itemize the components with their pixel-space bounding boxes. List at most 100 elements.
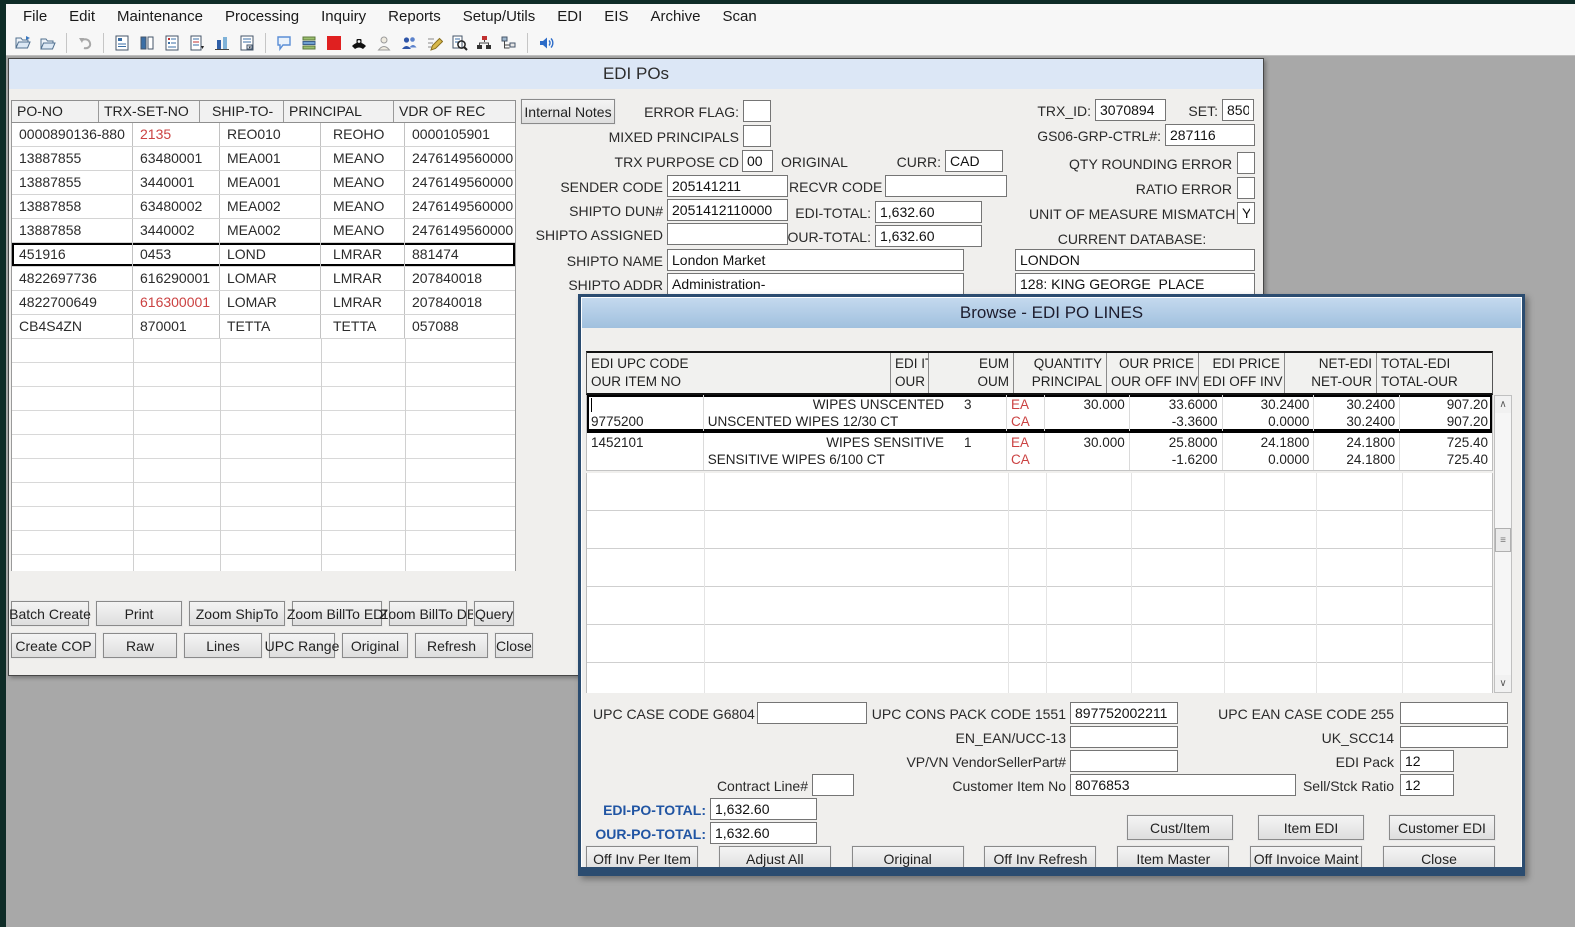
po-button[interactable]: Zoom BillTo DB — [389, 601, 467, 626]
po-button[interactable]: Close — [495, 633, 533, 658]
trx-purpose-cd-field[interactable] — [742, 150, 773, 172]
po-button[interactable]: Print — [96, 601, 182, 626]
open-folder-icon[interactable] — [37, 32, 59, 54]
po-table-row[interactable]: CB4S4ZN 870001 TETTA TETTA 057088 — [12, 315, 515, 339]
form-next-icon[interactable] — [186, 32, 208, 54]
menu-item[interactable]: Edit — [58, 4, 106, 30]
undo-icon[interactable] — [74, 32, 96, 54]
menu-item[interactable]: Scan — [711, 4, 767, 30]
menu-item[interactable]: File — [12, 4, 58, 30]
po-table-row[interactable]: 13887858 3440002 MEA002 MEANO 2476149560… — [12, 219, 515, 243]
open-file-icon[interactable] — [12, 32, 34, 54]
menu-item[interactable]: Maintenance — [106, 4, 214, 30]
po-table-row[interactable]: 0000890136-880 2135 REO010 REOHO 0000105… — [12, 123, 515, 147]
sender-code-field[interactable] — [667, 175, 788, 197]
our-total-field[interactable] — [875, 225, 982, 247]
menu-item[interactable]: Archive — [639, 4, 711, 30]
po-no-cell: 13887858 — [12, 219, 133, 242]
contract-line-field[interactable] — [812, 774, 854, 796]
browse-window-titlebar[interactable]: Browse - EDI PO LINES — [582, 298, 1521, 328]
curr-field[interactable] — [945, 150, 1003, 172]
po-button[interactable]: Raw — [103, 633, 177, 658]
search-document-icon[interactable] — [448, 32, 470, 54]
po-button[interactable]: Lines — [184, 633, 262, 658]
edi-total-field[interactable] — [875, 201, 982, 223]
shipto-name-field[interactable] — [667, 249, 964, 271]
upc-ean-case-code-field[interactable] — [1400, 702, 1508, 724]
lines-table-row[interactable]: 1452101 WIPES SENSITIVE1 SENSITIVE WIPES… — [587, 433, 1492, 471]
vp-vn-part-field[interactable] — [1070, 750, 1178, 772]
po-table-row[interactable]: 451916 0453 LOND LMRAR 881474 — [12, 243, 515, 267]
po-table-row[interactable]: 13887855 3440001 MEA001 MEANO 2476149560… — [12, 171, 515, 195]
po-table-row[interactable]: 4822697736 616290001 LOMAR LMRAR 2078400… — [12, 267, 515, 291]
lines-scrollbar[interactable]: ∧ ≡ ∨ — [1494, 395, 1512, 693]
stacked-list-icon[interactable] — [298, 32, 320, 54]
list-detail-icon[interactable] — [161, 32, 183, 54]
phone-icon[interactable] — [348, 32, 370, 54]
principal-cell: MEANO — [321, 195, 405, 218]
recvr-code-field[interactable] — [885, 175, 1007, 197]
shipto-dun-field[interactable] — [667, 199, 788, 221]
menu-item[interactable]: EDI — [546, 4, 593, 30]
current-database-name-field[interactable] — [1015, 249, 1255, 271]
po-table-row[interactable]: 13887858 63480002 MEA002 MEANO 247614956… — [12, 195, 515, 219]
descr-cell: WIPES SENSITIVE1 SENSITIVE WIPES 6/100 C… — [704, 433, 1007, 470]
lines-table-row[interactable]: 9775200 WIPES UNSCENTED3 UNSCENTED WIPES… — [587, 395, 1492, 433]
users-icon[interactable] — [398, 32, 420, 54]
menu-item[interactable]: Inquiry — [310, 4, 377, 30]
upc-cons-pack-code-field[interactable] — [1070, 702, 1178, 724]
po-button[interactable]: Query — [474, 601, 514, 626]
uom-mismatch-field[interactable] — [1237, 202, 1255, 224]
menu-item[interactable]: Processing — [214, 4, 310, 30]
po-window-titlebar[interactable]: EDI POs — [9, 59, 1263, 89]
trx-id-field[interactable] — [1095, 99, 1166, 121]
upc-case-code-field[interactable] — [757, 702, 867, 724]
po-button[interactable]: Zoom BillTo EDI — [292, 601, 382, 626]
bar-chart-icon[interactable] — [211, 32, 233, 54]
column-view-icon[interactable] — [136, 32, 158, 54]
po-button[interactable]: Zoom ShipTo — [189, 601, 285, 626]
browse-button[interactable]: Customer EDI — [1389, 815, 1495, 840]
comment-icon[interactable] — [273, 32, 295, 54]
po-table-row[interactable]: 13887855 63480001 MEA001 MEANO 247614956… — [12, 147, 515, 171]
speaker-icon[interactable] — [535, 32, 557, 54]
person-icon[interactable] — [373, 32, 395, 54]
scroll-thumb[interactable]: ≡ — [1495, 528, 1511, 552]
customer-item-no-field[interactable] — [1070, 774, 1296, 796]
edi-po-total-field[interactable] — [710, 798, 817, 820]
menu-item[interactable]: Setup/Utils — [452, 4, 547, 30]
scroll-up-arrow[interactable]: ∧ — [1495, 396, 1511, 413]
shipto-addr-field[interactable] — [667, 273, 964, 295]
menu-item[interactable]: EIS — [593, 4, 639, 30]
po-button[interactable]: Original — [342, 633, 408, 658]
en-ean-ucc13-field[interactable] — [1070, 726, 1178, 748]
menu-item[interactable]: Reports — [377, 4, 452, 30]
browse-button[interactable]: Item EDI — [1258, 815, 1364, 840]
po-button[interactable]: Refresh — [415, 633, 488, 658]
edit-notes-icon[interactable] — [423, 32, 445, 54]
current-database-addr-field[interactable] — [1015, 273, 1255, 295]
list-select-icon[interactable] — [236, 32, 258, 54]
qty-rounding-error-field[interactable] — [1237, 152, 1255, 174]
ratio-error-field[interactable] — [1237, 177, 1255, 199]
po-button[interactable]: Create COP — [11, 633, 96, 658]
mixed-principals-field[interactable] — [743, 125, 771, 147]
error-flag-field[interactable] — [743, 100, 771, 122]
our-po-total-field[interactable] — [710, 822, 817, 844]
stop-icon[interactable] — [323, 32, 345, 54]
internal-notes-button[interactable]: Internal Notes — [521, 99, 615, 124]
sell-stck-ratio-field[interactable] — [1400, 774, 1454, 796]
form-detail-icon[interactable] — [111, 32, 133, 54]
uk-scc14-field[interactable] — [1400, 726, 1508, 748]
shipto-assigned-field[interactable] — [667, 223, 788, 245]
po-button[interactable]: UPC Range — [269, 633, 335, 658]
po-table-row[interactable]: 4822700649 616300001 LOMAR LMRAR 2078400… — [12, 291, 515, 315]
org-chart-icon[interactable] — [473, 32, 495, 54]
po-button[interactable]: Batch Create — [11, 601, 89, 626]
hierarchy-icon[interactable] — [498, 32, 520, 54]
gs06-grp-ctrl-field[interactable] — [1165, 124, 1255, 146]
browse-button[interactable]: Cust/Item — [1127, 815, 1233, 840]
set-field[interactable] — [1222, 99, 1254, 121]
edi-pack-field[interactable] — [1400, 750, 1454, 772]
scroll-down-arrow[interactable]: ∨ — [1495, 675, 1511, 692]
